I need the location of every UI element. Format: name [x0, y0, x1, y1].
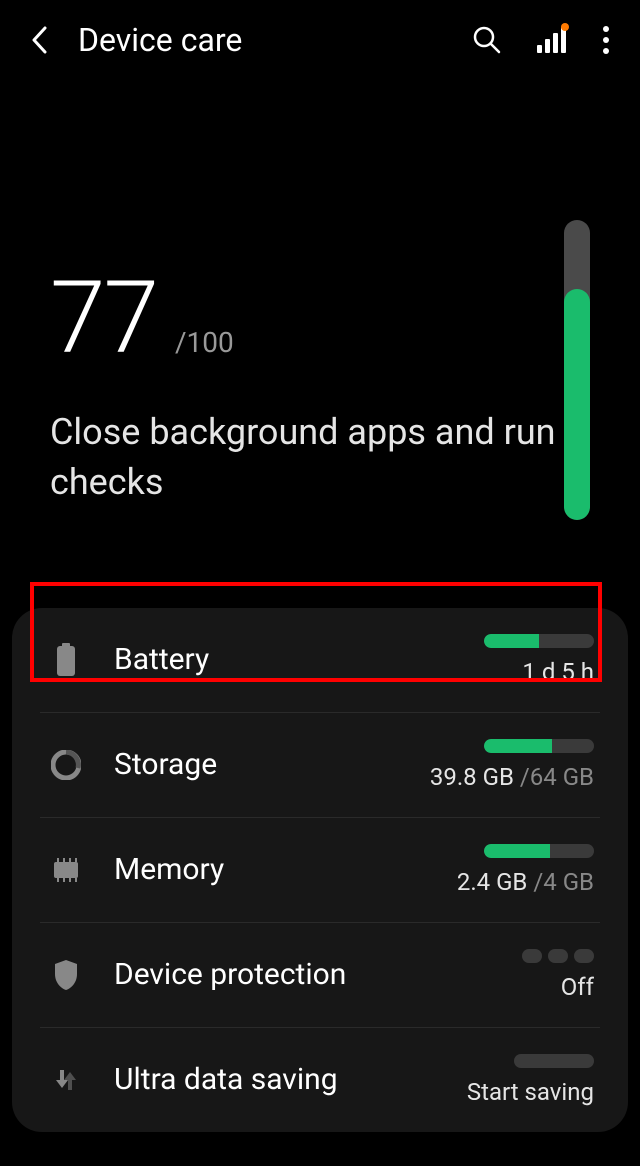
score-max: /100 — [175, 326, 234, 359]
battery-label: Battery — [114, 642, 484, 677]
memory-icon — [46, 858, 86, 882]
list-item-device-protection[interactable]: Device protection Off — [40, 923, 600, 1028]
shield-icon — [46, 959, 86, 991]
data-saving-icon — [46, 1066, 86, 1094]
score-bar — [564, 220, 590, 520]
memory-label: Memory — [114, 852, 457, 887]
storage-value: 39.8 GB /64 GB — [430, 763, 594, 791]
score-row: 77 /100 — [50, 260, 590, 377]
battery-icon — [46, 643, 86, 677]
score-section: 77 /100 Close background apps and run ch… — [0, 80, 640, 568]
ultradata-right: Start saving — [467, 1054, 594, 1106]
search-icon[interactable] — [472, 25, 502, 55]
battery-bar — [484, 634, 594, 648]
score-value: 77 — [50, 260, 157, 377]
ultradata-bar — [514, 1054, 594, 1068]
ultradata-label: Ultra data saving — [114, 1062, 467, 1097]
protection-label: Device protection — [114, 957, 522, 992]
memory-bar — [484, 844, 594, 858]
more-icon[interactable] — [602, 25, 610, 55]
list-item-memory[interactable]: Memory 2.4 GB /4 GB — [40, 818, 600, 923]
page-title: Device care — [78, 21, 472, 59]
signal-icon[interactable] — [537, 27, 567, 53]
battery-value: 1 d 5 h — [522, 658, 594, 686]
protection-right: Off — [522, 949, 594, 1001]
storage-label: Storage — [114, 747, 430, 782]
list-item-storage[interactable]: Storage 39.8 GB /64 GB — [40, 713, 600, 818]
protection-dots — [522, 949, 594, 963]
list-container: Battery 1 d 5 h Storage 39.8 GB /64 GB M… — [12, 608, 628, 1132]
battery-bar-fill — [484, 634, 539, 648]
notification-dot-icon — [561, 23, 569, 31]
storage-right: 39.8 GB /64 GB — [430, 739, 594, 791]
memory-bar-fill — [484, 844, 550, 858]
list-item-ultra-data-saving[interactable]: Ultra data saving Start saving — [40, 1028, 600, 1132]
storage-icon — [46, 750, 86, 780]
list-item-battery[interactable]: Battery 1 d 5 h — [40, 608, 600, 713]
memory-value: 2.4 GB /4 GB — [457, 868, 594, 896]
storage-bar — [484, 739, 594, 753]
protection-value: Off — [561, 973, 594, 1001]
battery-right: 1 d 5 h — [484, 634, 594, 686]
memory-right: 2.4 GB /4 GB — [457, 844, 594, 896]
score-hint: Close background apps and run checks — [50, 407, 590, 508]
ultradata-value: Start saving — [467, 1078, 594, 1106]
header: Device care — [0, 0, 640, 80]
score-bar-fill — [564, 289, 590, 520]
back-icon[interactable] — [30, 25, 48, 55]
header-actions — [472, 25, 610, 55]
storage-bar-fill — [484, 739, 552, 753]
